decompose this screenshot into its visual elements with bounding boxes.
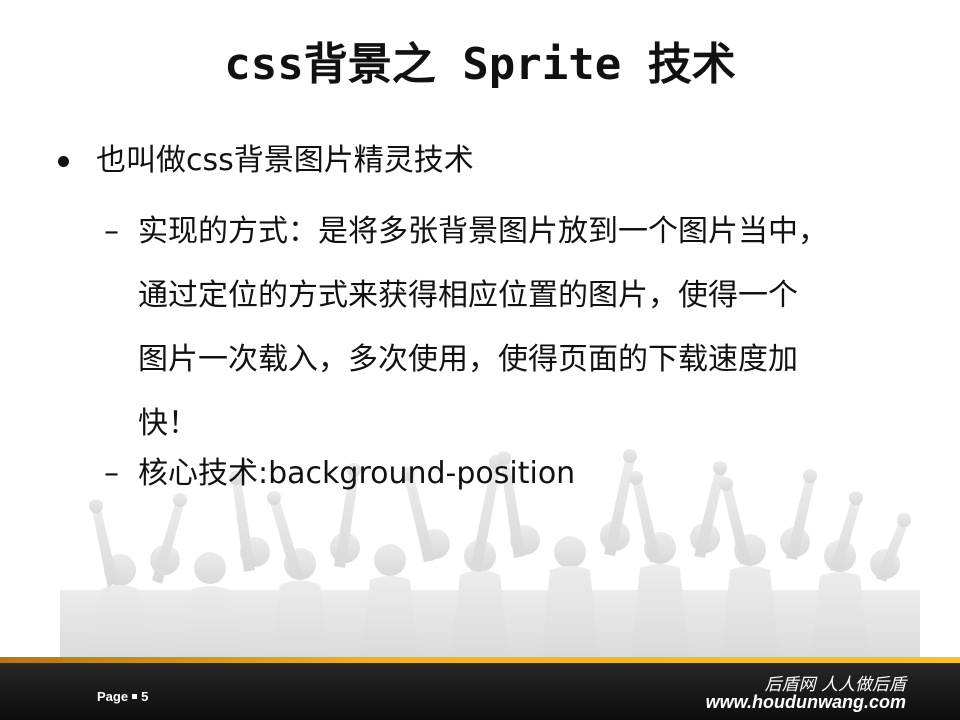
sub-bullet-implementation: – 实现的方式：是将多张背景图片放到一个图片当中， 通过定位的方式来获得相应位置… [104, 200, 924, 456]
sub-bullet-dash: – [104, 214, 119, 249]
slide-title: css背景之 Sprite 技术 [224, 39, 736, 90]
slide: css背景之 Sprite 技术 也叫做css背景图片精灵技术 – 实现的方式：… [0, 0, 960, 720]
bullet-dot-icon [58, 156, 69, 167]
sub-bullet-line: 图片一次载入，多次使用，使得页面的下载速度加 [138, 342, 798, 377]
page-number: 5 [141, 689, 149, 704]
square-separator-icon [132, 694, 138, 700]
sub-bullet-dash: – [104, 456, 119, 491]
sub-bullet-line: 实现的方式：是将多张背景图片放到一个图片当中， [138, 214, 828, 249]
sub-bullet-line: 核心技术:background-position [138, 456, 576, 491]
sub-bullet-line: 通过定位的方式来获得相应位置的图片，使得一个 [138, 278, 798, 313]
footer-accent-line [0, 657, 960, 663]
page-indicator: Page 5 [97, 689, 148, 704]
page-label: Page [97, 689, 129, 704]
brand-url: www.houdunwang.com [705, 692, 906, 712]
bullet-text: 也叫做css背景图片精灵技术 [96, 143, 474, 178]
sub-bullet-core-tech: – 核心技术:background-position [104, 442, 924, 506]
